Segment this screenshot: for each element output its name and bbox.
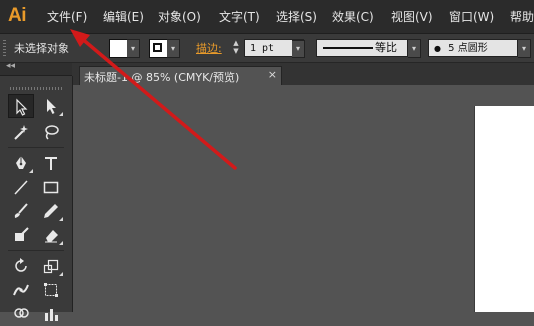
- direct-selection-icon: [47, 99, 56, 114]
- stroke-label[interactable]: 描边:: [196, 40, 222, 56]
- brush-dot-icon: ●: [434, 44, 441, 53]
- eraser-tool[interactable]: [38, 223, 64, 247]
- tools-panel: [0, 76, 73, 321]
- line-segment-icon: [14, 180, 28, 195]
- free-transform-tool[interactable]: [38, 278, 64, 302]
- graph-tool[interactable]: [38, 302, 64, 326]
- menu-select[interactable]: 选择(S): [276, 8, 317, 26]
- lasso-tool[interactable]: [38, 120, 64, 144]
- tool-separator: [8, 147, 64, 148]
- menu-help[interactable]: 帮助: [510, 8, 534, 26]
- document-tab-row: ◂◂ 未标题-1 @ 85% (CMYK/预览) ×: [0, 61, 534, 85]
- stroke-profile-line: [323, 47, 373, 49]
- document-tab-title: 未标题-1 @ 85% (CMYK/预览): [84, 71, 240, 84]
- menu-view[interactable]: 视图(V): [391, 8, 433, 26]
- shape-builder-tool[interactable]: [8, 302, 34, 326]
- stroke-swatch-inner: [153, 43, 162, 52]
- stroke-weight-spinner[interactable]: ▲ ▼: [231, 39, 241, 57]
- stroke-dropdown-button[interactable]: ▾: [167, 39, 180, 58]
- artboard[interactable]: [475, 106, 534, 312]
- blob-brush-tool[interactable]: [8, 223, 34, 247]
- width-tool[interactable]: [8, 278, 34, 302]
- brush-definition-dropdown[interactable]: ▾: [518, 39, 531, 58]
- eraser-icon: [45, 230, 58, 243]
- tool-flyout-indicator: [59, 241, 63, 245]
- fill-dropdown-button[interactable]: ▾: [127, 39, 140, 58]
- scale-icon: [43, 259, 59, 274]
- close-tab-icon[interactable]: ×: [268, 68, 277, 81]
- brush-definition-select[interactable]: ● 5 点圆形: [428, 39, 518, 57]
- tool-separator: [8, 250, 64, 251]
- stroke-swatch[interactable]: [149, 39, 168, 58]
- selection-status: 未选择对象: [14, 42, 69, 55]
- magic-wand-tool[interactable]: [8, 120, 34, 144]
- type-t-icon: [45, 157, 57, 170]
- lasso-icon: [45, 125, 59, 140]
- tool-flyout-indicator: [59, 112, 63, 116]
- collapse-panel-icon[interactable]: ◂◂: [6, 61, 15, 71]
- fill-swatch[interactable]: [109, 39, 128, 58]
- tools-panel-header: ◂◂: [0, 61, 72, 76]
- menu-object[interactable]: 对象(O): [158, 8, 201, 26]
- magic-wand-icon: [14, 125, 28, 140]
- menu-type[interactable]: 文字(T): [219, 8, 260, 26]
- blob-brush-icon: [15, 227, 29, 241]
- column-graph-icon: [45, 309, 58, 321]
- scale-tool[interactable]: [38, 254, 64, 278]
- pencil-icon: [44, 204, 58, 218]
- menu-edit[interactable]: 编辑(E): [103, 8, 144, 26]
- line-segment-tool[interactable]: [8, 175, 34, 199]
- stroke-weight-dropdown[interactable]: ▾: [292, 40, 305, 58]
- brush-definition-label: 5 点圆形: [448, 43, 488, 54]
- rotate-tool[interactable]: [8, 254, 34, 278]
- shape-builder-icon: [14, 308, 29, 318]
- width-tool-icon: [13, 284, 29, 296]
- paintbrush-icon: [14, 203, 28, 218]
- type-tool[interactable]: [38, 151, 64, 175]
- control-bar: 未选择对象 ▾ ▾ 描边: ▲ ▼ 1 pt ▾ 等比 ▾ ● 5 点圆形 ▾: [0, 34, 534, 63]
- direct-selection-tool[interactable]: [38, 94, 64, 118]
- tool-flyout-indicator: [59, 272, 63, 276]
- menu-window[interactable]: 窗口(W): [449, 8, 494, 26]
- pen-icon: [16, 156, 26, 169]
- tool-flyout-indicator: [59, 217, 63, 221]
- pencil-tool[interactable]: [38, 199, 64, 223]
- tool-flyout-indicator: [29, 169, 33, 173]
- rectangle-icon: [43, 181, 59, 194]
- tools-panel-grip[interactable]: [10, 87, 62, 90]
- stroke-profile-select[interactable]: 等比: [316, 39, 408, 57]
- pen-tool[interactable]: [8, 151, 34, 175]
- app-logo: Ai: [8, 5, 27, 26]
- spinner-up-icon[interactable]: ▲: [231, 39, 241, 47]
- control-bar-grip[interactable]: [3, 40, 6, 56]
- menu-file[interactable]: 文件(F): [47, 8, 87, 26]
- rectangle-tool[interactable]: [38, 175, 64, 199]
- free-transform-icon: [44, 283, 58, 297]
- document-tab[interactable]: 未标题-1 @ 85% (CMYK/预览) ×: [79, 66, 282, 85]
- stroke-profile-label: 等比: [375, 41, 397, 54]
- menu-bar: Ai 文件(F) 编辑(E) 对象(O) 文字(T) 选择(S) 效果(C) 视…: [0, 0, 534, 34]
- selection-tool[interactable]: [8, 94, 34, 118]
- stroke-profile-dropdown[interactable]: ▾: [408, 39, 421, 58]
- rotate-icon: [15, 258, 27, 272]
- selection-arrow-icon: [16, 98, 28, 116]
- spinner-down-icon[interactable]: ▼: [231, 47, 241, 55]
- menu-effect[interactable]: 效果(C): [332, 8, 374, 26]
- paintbrush-tool[interactable]: [8, 199, 34, 223]
